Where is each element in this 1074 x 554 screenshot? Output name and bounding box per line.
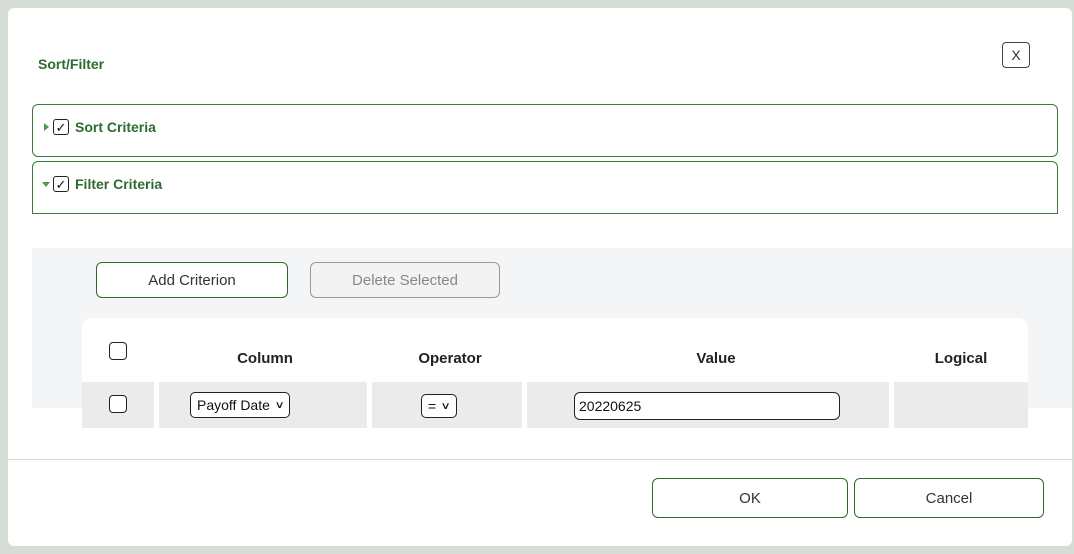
row-logical-cell <box>894 382 1028 428</box>
ok-button[interactable]: OK <box>652 478 848 518</box>
operator-header: Operator <box>418 350 482 367</box>
filter-criteria-section[interactable]: ✓ Filter Criteria <box>32 161 1058 214</box>
column-select[interactable]: Payoff Date ∨ <box>190 392 291 418</box>
close-button[interactable]: X <box>1002 42 1030 68</box>
delete-selected-button: Delete Selected <box>310 262 500 298</box>
sort-criteria-label: Sort Criteria <box>75 119 156 135</box>
collapse-arrow-icon[interactable] <box>41 179 51 189</box>
chevron-down-icon: ∨ <box>274 399 285 411</box>
column-select-value: Payoff Date <box>197 397 270 413</box>
row-select-checkbox[interactable] <box>109 395 127 413</box>
expand-arrow-icon[interactable] <box>41 122 51 132</box>
sort-criteria-section[interactable]: ✓ Sort Criteria <box>32 104 1058 157</box>
operator-select[interactable]: = ∨ <box>421 394 457 418</box>
operator-select-value: = <box>428 398 437 414</box>
filter-criteria-checkbox[interactable]: ✓ <box>53 176 69 192</box>
cancel-button[interactable]: Cancel <box>854 478 1044 518</box>
filter-criteria-label: Filter Criteria <box>75 176 163 192</box>
sort-criteria-checkbox[interactable]: ✓ <box>53 119 69 135</box>
filter-criteria-header[interactable]: ✓ Filter Criteria <box>41 176 162 192</box>
footer-divider <box>8 459 1072 460</box>
value-header: Value <box>696 350 736 367</box>
sort-criteria-header[interactable]: ✓ Sort Criteria <box>41 119 156 135</box>
chevron-down-icon: ∨ <box>440 400 451 412</box>
add-criterion-button[interactable]: Add Criterion <box>96 262 288 298</box>
sort-filter-dialog: Sort/Filter X ✓ Sort Criteria ✓ Filter C… <box>8 8 1072 546</box>
dialog-title: Sort/Filter <box>38 56 105 72</box>
value-input[interactable] <box>574 392 840 420</box>
logical-header: Logical <box>934 350 988 367</box>
column-header: Column <box>237 350 293 367</box>
select-all-checkbox[interactable] <box>109 342 127 360</box>
